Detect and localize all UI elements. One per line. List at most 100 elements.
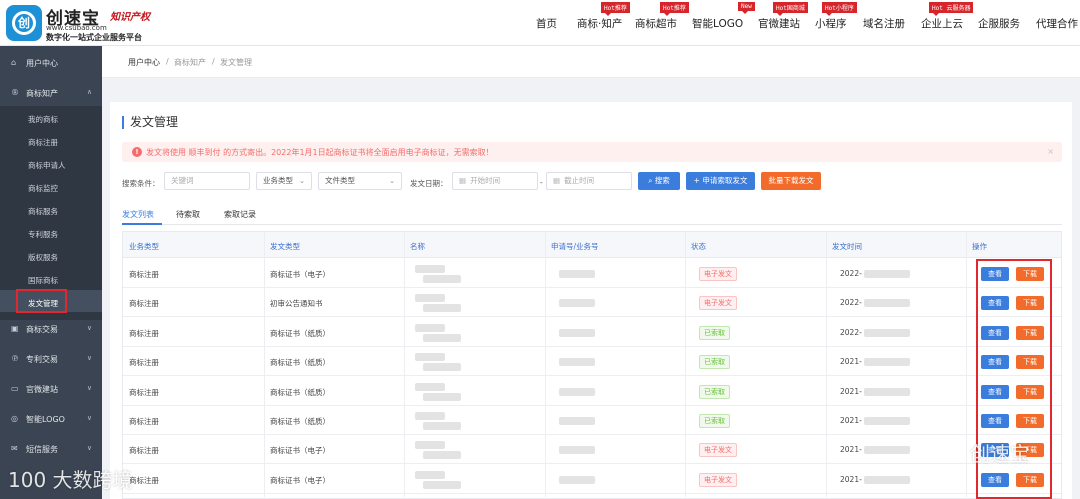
table-row: 商标注册 商标证书（纸质） 已索取 2021- 查看 下载 — [123, 406, 1061, 435]
nav-cloud[interactable]: 企业上云 — [921, 16, 963, 31]
tab-records[interactable]: 索取记录 — [224, 209, 256, 220]
sidebar-item-patent[interactable]: 专利服务 — [28, 229, 58, 240]
sidebar-group-website[interactable]: ▭ 官微建站 ∨ — [0, 374, 102, 404]
end-date-input[interactable]: ▦ 截止时间 — [546, 172, 632, 190]
redacted-date — [864, 387, 910, 396]
sidebar-group-patent-trade[interactable]: ℗ 专利交易 ∨ — [0, 344, 102, 374]
sidebar-item-service[interactable]: 商标服务 — [28, 206, 58, 217]
cell-business-type: 商标注册 — [129, 446, 159, 456]
view-button[interactable]: 查看 — [981, 472, 1009, 487]
view-button[interactable]: 查看 — [981, 267, 1009, 281]
table-row: 商标注册 商标证书（电子） 电子发文 2021- 查看 下载 — [123, 435, 1061, 465]
nav-trademark[interactable]: 商标·知产 — [577, 16, 622, 31]
keyword-input[interactable]: 关键词 — [164, 172, 250, 190]
download-button[interactable]: 下载 — [1016, 384, 1044, 399]
table-row: 商标注册 商标证书（纸质） 已索取 2021- 查看 下载 — [123, 377, 1061, 406]
nav-enterprise-service[interactable]: 企服服务 — [978, 16, 1020, 31]
breadcrumb-current: 发文管理 — [220, 58, 252, 67]
business-type-select[interactable]: 业务类型 ⌄ — [256, 172, 312, 190]
breadcrumb-trademark[interactable]: 商标知产 — [174, 57, 206, 68]
download-button[interactable]: 下载 — [1016, 296, 1044, 311]
view-button[interactable]: 查看 — [981, 414, 1009, 428]
batch-download-button[interactable]: 批量下载发文 — [761, 172, 821, 190]
redacted-name — [423, 363, 461, 372]
cell-doc-type: 商标证书（电子） — [270, 446, 330, 456]
download-button[interactable]: 下载 — [1016, 325, 1044, 340]
nav-website[interactable]: 官微建站 — [758, 16, 800, 31]
cell-date: 2021- — [840, 445, 862, 455]
alert-text: 发文将使用 顺丰到付 的方式寄出。2022年1月1日起商标证书将全面启用电子商标… — [146, 148, 494, 157]
brand-slogan: 数字化一站式企业服务平台 — [46, 33, 142, 42]
watermark-right: 创速宝 — [970, 442, 1030, 466]
cell-doc-type: 商标证书（电子） — [270, 475, 330, 485]
sidebar-item-international[interactable]: 国际商标 — [28, 275, 58, 286]
main-content: 用户中心 / 商标知产 / 发文管理 发文管理 ! 发文将使用 顺丰到付 的方式… — [8, 46, 1080, 499]
patent-icon: ℗ — [11, 354, 19, 363]
apply-documents-button[interactable]: + 申请索取发文 — [686, 172, 755, 190]
sidebar-item-monitor[interactable]: 商标监控 — [28, 183, 58, 194]
warning-icon: ! — [132, 147, 142, 157]
redacted-name — [415, 412, 445, 420]
mail-icon: ✉ — [11, 444, 18, 453]
cart-icon: ▣ — [11, 324, 19, 333]
sidebar-group-trademark[interactable]: ® 商标知产 ∧ — [0, 78, 102, 108]
nav-badge-hot: Hot推荐 — [601, 2, 630, 16]
close-icon[interactable]: × — [1047, 147, 1054, 156]
download-button[interactable]: 下载 — [1016, 472, 1044, 487]
cell-date: 2022- — [840, 298, 862, 308]
redacted-date — [864, 475, 910, 484]
redacted-date — [864, 417, 910, 425]
nav-badge-hot: Hot国商城 — [773, 2, 808, 16]
sidebar-item-copyright[interactable]: 版权服务 — [28, 252, 58, 263]
nav-domain[interactable]: 域名注册 — [863, 16, 905, 31]
sidebar-group-sms[interactable]: ✉ 短信服务 ∨ — [0, 434, 102, 464]
cell-business-type: 商标注册 — [129, 387, 159, 397]
sidebar-item-applicant[interactable]: 商标申请人 — [28, 160, 66, 171]
view-button[interactable]: 查看 — [981, 384, 1009, 399]
download-button[interactable]: 下载 — [1016, 355, 1044, 370]
tab-active-indicator — [122, 223, 162, 225]
table-row: 商标注册 商标证书（纸质） 已索取 2021- 查看 下载 — [123, 347, 1061, 377]
download-button[interactable]: 下载 — [1016, 414, 1044, 428]
home-icon: ⌂ — [11, 58, 17, 67]
cell-business-type: 商标注册 — [129, 299, 159, 309]
redacted-number — [559, 299, 595, 308]
download-button[interactable]: 下载 — [1016, 267, 1044, 281]
sidebar-group-trade[interactable]: ▣ 商标交易 ∨ — [0, 314, 102, 344]
filter-condition-label: 搜索条件： — [122, 179, 160, 188]
cell-date: 2021- — [840, 357, 862, 367]
calendar-icon: ▦ — [459, 176, 467, 185]
redacted-number — [559, 358, 595, 367]
tab-pending[interactable]: 待索取 — [176, 209, 200, 220]
table-row: 商标注册 商标证书（纸质） 已索取 2022- 查看 下载 — [123, 318, 1061, 347]
redacted-number — [559, 417, 595, 425]
redacted-name — [423, 333, 461, 342]
page-title: 发文管理 — [122, 116, 178, 129]
cell-doc-type: 商标证书（电子） — [270, 270, 330, 279]
nav-home[interactable]: 首页 — [536, 16, 557, 31]
view-button[interactable]: 查看 — [981, 325, 1009, 340]
nav-partner[interactable]: 代理合作 — [1036, 16, 1078, 31]
nav-smart-logo[interactable]: 智能LOGO — [692, 16, 743, 31]
table-row: 商标注册 商标证书（电子） 电子发文 2021- 查看 下载 — [123, 465, 1061, 494]
file-type-select[interactable]: 文件类型 ⌄ — [318, 172, 402, 190]
sidebar-item-my-trademark[interactable]: 我的商标 — [28, 114, 58, 125]
chevron-down-icon: ∨ — [86, 324, 92, 332]
sidebar-group-user-center[interactable]: ⌂ 用户中心 — [0, 48, 102, 78]
start-date-input[interactable]: ▦ 开始时间 — [452, 172, 538, 190]
cell-date: 2021- — [840, 474, 862, 484]
view-button[interactable]: 查看 — [981, 296, 1009, 311]
view-button[interactable]: 查看 — [981, 355, 1009, 370]
cell-business-type: 商标注册 — [129, 358, 159, 368]
search-button[interactable]: ⌕ 搜索 — [638, 172, 680, 190]
brand-tag: 知识产权 — [110, 12, 150, 23]
brand-logo-icon[interactable]: 创 — [6, 5, 42, 41]
cell-doc-type: 商标证书（纸质） — [270, 387, 330, 397]
tab-document-list[interactable]: 发文列表 — [122, 209, 154, 220]
sidebar-item-register[interactable]: 商标注册 — [28, 137, 58, 148]
sidebar-group-logo[interactable]: ◎ 智能LOGO ∨ — [0, 404, 102, 434]
nav-trademark-market[interactable]: 商标超市 — [635, 16, 677, 31]
cell-business-type: 商标注册 — [129, 328, 159, 338]
nav-mini-program[interactable]: 小程序 — [815, 16, 847, 31]
breadcrumb-user-center[interactable]: 用户中心 — [128, 57, 160, 68]
